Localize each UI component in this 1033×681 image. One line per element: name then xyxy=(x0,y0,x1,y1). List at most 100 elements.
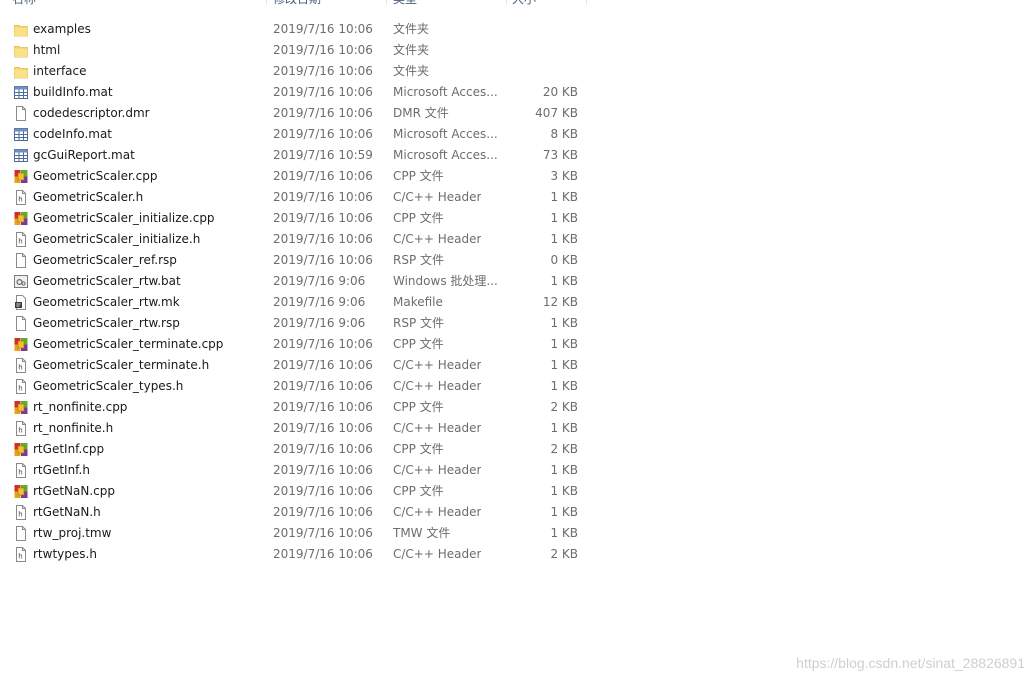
file-row[interactable]: h GeometricScaler_initialize.h 2019/7/16 1… xyxy=(0,229,600,250)
file-row[interactable]: examples 2019/7/16 10:06 文件夹 xyxy=(0,19,600,40)
file-date: 2019/7/16 10:06 xyxy=(273,106,373,120)
file-type: Windows 批处理... xyxy=(393,274,498,288)
file-type: C/C++ Header xyxy=(393,463,482,477)
cpp-file-icon xyxy=(14,211,28,226)
file-row[interactable]: GeometricScaler_rtw.bat 2019/7/16 9:06 Win… xyxy=(0,271,600,292)
column-divider[interactable] xyxy=(386,0,387,5)
file-size: 1 KB xyxy=(550,526,578,540)
file-row[interactable]: h rtGetNaN.h 2019/7/16 10:06 C/C++ Header 1 … xyxy=(0,502,600,523)
file-name: examples xyxy=(33,22,91,36)
file-name: GeometricScaler_terminate.h xyxy=(33,358,210,372)
file-row[interactable]: buildInfo.mat 2019/7/16 10:06 Microsoft Ac… xyxy=(0,82,600,103)
table-file-icon xyxy=(14,148,28,163)
header-file-icon: h xyxy=(14,463,28,478)
file-row[interactable]: h rtwtypes.h 2019/7/16 10:06 C/C++ Header 2 … xyxy=(0,544,600,565)
file-row[interactable]: rtw_proj.tmw 2019/7/16 10:06 TMW 文件 1 KB xyxy=(0,523,600,544)
file-date: 2019/7/16 10:06 xyxy=(273,463,373,477)
file-name: rtGetInf.cpp xyxy=(33,442,105,456)
file-type: 文件夹 xyxy=(393,43,430,57)
file-row[interactable]: GeometricScaler_initialize.cpp 2019/7/16 … xyxy=(0,208,600,229)
file-name: buildInfo.mat xyxy=(33,85,113,99)
file-type: C/C++ Header xyxy=(393,379,482,393)
column-type-header[interactable]: 类型 xyxy=(393,0,417,11)
file-date: 2019/7/16 10:06 xyxy=(273,22,373,36)
file-row[interactable]: gcGuiReport.mat 2019/7/16 10:59 Microsoft … xyxy=(0,145,600,166)
folder-icon xyxy=(14,22,28,37)
file-row[interactable]: GeometricScaler_terminate.cpp 2019/7/16 1… xyxy=(0,334,600,355)
batch-file-icon xyxy=(14,274,28,289)
file-date: 2019/7/16 10:06 xyxy=(273,232,373,246)
file-type: CPP 文件 xyxy=(393,442,444,456)
file-row[interactable]: GeometricScaler_rtw.mk 2019/7/16 9:06 Make… xyxy=(0,292,600,313)
file-row[interactable]: interface 2019/7/16 10:06 文件夹 xyxy=(0,61,600,82)
file-row[interactable]: h GeometricScaler_terminate.h 2019/7/16 10… xyxy=(0,355,600,376)
column-name-header[interactable]: 名称 xyxy=(12,0,36,11)
folder-icon xyxy=(14,64,28,79)
file-row[interactable]: h rtGetInf.h 2019/7/16 10:06 C/C++ Header 1 … xyxy=(0,460,600,481)
file-date: 2019/7/16 10:06 xyxy=(273,379,373,393)
svg-text:h: h xyxy=(18,427,22,435)
file-name: rtGetNaN.cpp xyxy=(33,484,115,498)
file-row[interactable]: rt_nonfinite.cpp 2019/7/16 10:06 CPP 文件 2 K… xyxy=(0,397,600,418)
file-date: 2019/7/16 10:06 xyxy=(273,253,373,267)
file-type: C/C++ Header xyxy=(393,190,482,204)
file-size: 12 KB xyxy=(542,295,578,309)
file-name: GeometricScaler_rtw.rsp xyxy=(33,316,180,330)
file-date: 2019/7/16 10:06 xyxy=(273,547,373,561)
column-size-header[interactable]: 大小 xyxy=(512,0,536,11)
file-size: 1 KB xyxy=(550,463,578,477)
file-row[interactable]: rtGetNaN.cpp 2019/7/16 10:06 CPP 文件 1 KB xyxy=(0,481,600,502)
svg-text:h: h xyxy=(18,553,22,561)
file-date: 2019/7/16 10:06 xyxy=(273,169,373,183)
column-divider[interactable] xyxy=(506,0,507,5)
cpp-file-icon xyxy=(14,484,28,499)
file-type: 文件夹 xyxy=(393,64,430,78)
header-file-icon: h xyxy=(14,358,28,373)
file-date: 2019/7/16 10:06 xyxy=(273,211,373,225)
header-file-icon: h xyxy=(14,379,28,394)
file-type: C/C++ Header xyxy=(393,421,482,435)
folder-icon xyxy=(14,43,28,58)
file-name: rtwtypes.h xyxy=(33,547,97,561)
svg-text:h: h xyxy=(18,511,22,519)
file-type: TMW 文件 xyxy=(393,526,451,540)
file-row[interactable]: GeometricScaler_rtw.rsp 2019/7/16 9:06 RSP… xyxy=(0,313,600,334)
file-type: C/C++ Header xyxy=(393,547,482,561)
file-name: GeometricScaler_types.h xyxy=(33,379,184,393)
file-size: 2 KB xyxy=(550,442,578,456)
blank-file-icon xyxy=(14,106,28,121)
file-row[interactable]: h GeometricScaler_types.h 2019/7/16 10:06 C… xyxy=(0,376,600,397)
file-size: 1 KB xyxy=(550,337,578,351)
file-type: CPP 文件 xyxy=(393,337,444,351)
file-row[interactable]: GeometricScaler_ref.rsp 2019/7/16 10:06 RS… xyxy=(0,250,600,271)
file-date: 2019/7/16 10:06 xyxy=(273,421,373,435)
file-size: 1 KB xyxy=(550,211,578,225)
file-type: C/C++ Header xyxy=(393,232,482,246)
file-type: CPP 文件 xyxy=(393,211,444,225)
file-size: 1 KB xyxy=(550,274,578,288)
table-file-icon xyxy=(14,127,28,142)
blank-file-icon xyxy=(14,316,28,331)
column-divider[interactable] xyxy=(266,0,267,5)
header-file-icon: h xyxy=(14,421,28,436)
file-row[interactable]: h GeometricScaler.h 2019/7/16 10:06 C/C++ H… xyxy=(0,187,600,208)
file-row[interactable]: codedescriptor.dmr 2019/7/16 10:06 DMR 文件 4… xyxy=(0,103,600,124)
file-date: 2019/7/16 10:06 xyxy=(273,64,373,78)
file-type: CPP 文件 xyxy=(393,400,444,414)
column-date-header[interactable]: 修改日期 xyxy=(273,0,321,11)
file-name: interface xyxy=(33,64,87,78)
file-date: 2019/7/16 10:06 xyxy=(273,85,373,99)
column-header: 名称 修改日期 类型 大小 xyxy=(0,0,590,11)
svg-text:h: h xyxy=(18,364,22,372)
file-name: GeometricScaler_rtw.mk xyxy=(33,295,180,309)
column-divider[interactable] xyxy=(586,0,587,5)
file-date: 2019/7/16 10:06 xyxy=(273,43,373,57)
file-row[interactable]: html 2019/7/16 10:06 文件夹 xyxy=(0,40,600,61)
file-size: 73 KB xyxy=(542,148,578,162)
file-size: 407 KB xyxy=(535,106,578,120)
file-row[interactable]: h rt_nonfinite.h 2019/7/16 10:06 C/C++ Head… xyxy=(0,418,600,439)
file-size: 3 KB xyxy=(550,169,578,183)
file-row[interactable]: codeInfo.mat 2019/7/16 10:06 Microsoft Acc… xyxy=(0,124,600,145)
file-row[interactable]: GeometricScaler.cpp 2019/7/16 10:06 CPP 文件… xyxy=(0,166,600,187)
file-row[interactable]: rtGetInf.cpp 2019/7/16 10:06 CPP 文件 2 KB xyxy=(0,439,600,460)
